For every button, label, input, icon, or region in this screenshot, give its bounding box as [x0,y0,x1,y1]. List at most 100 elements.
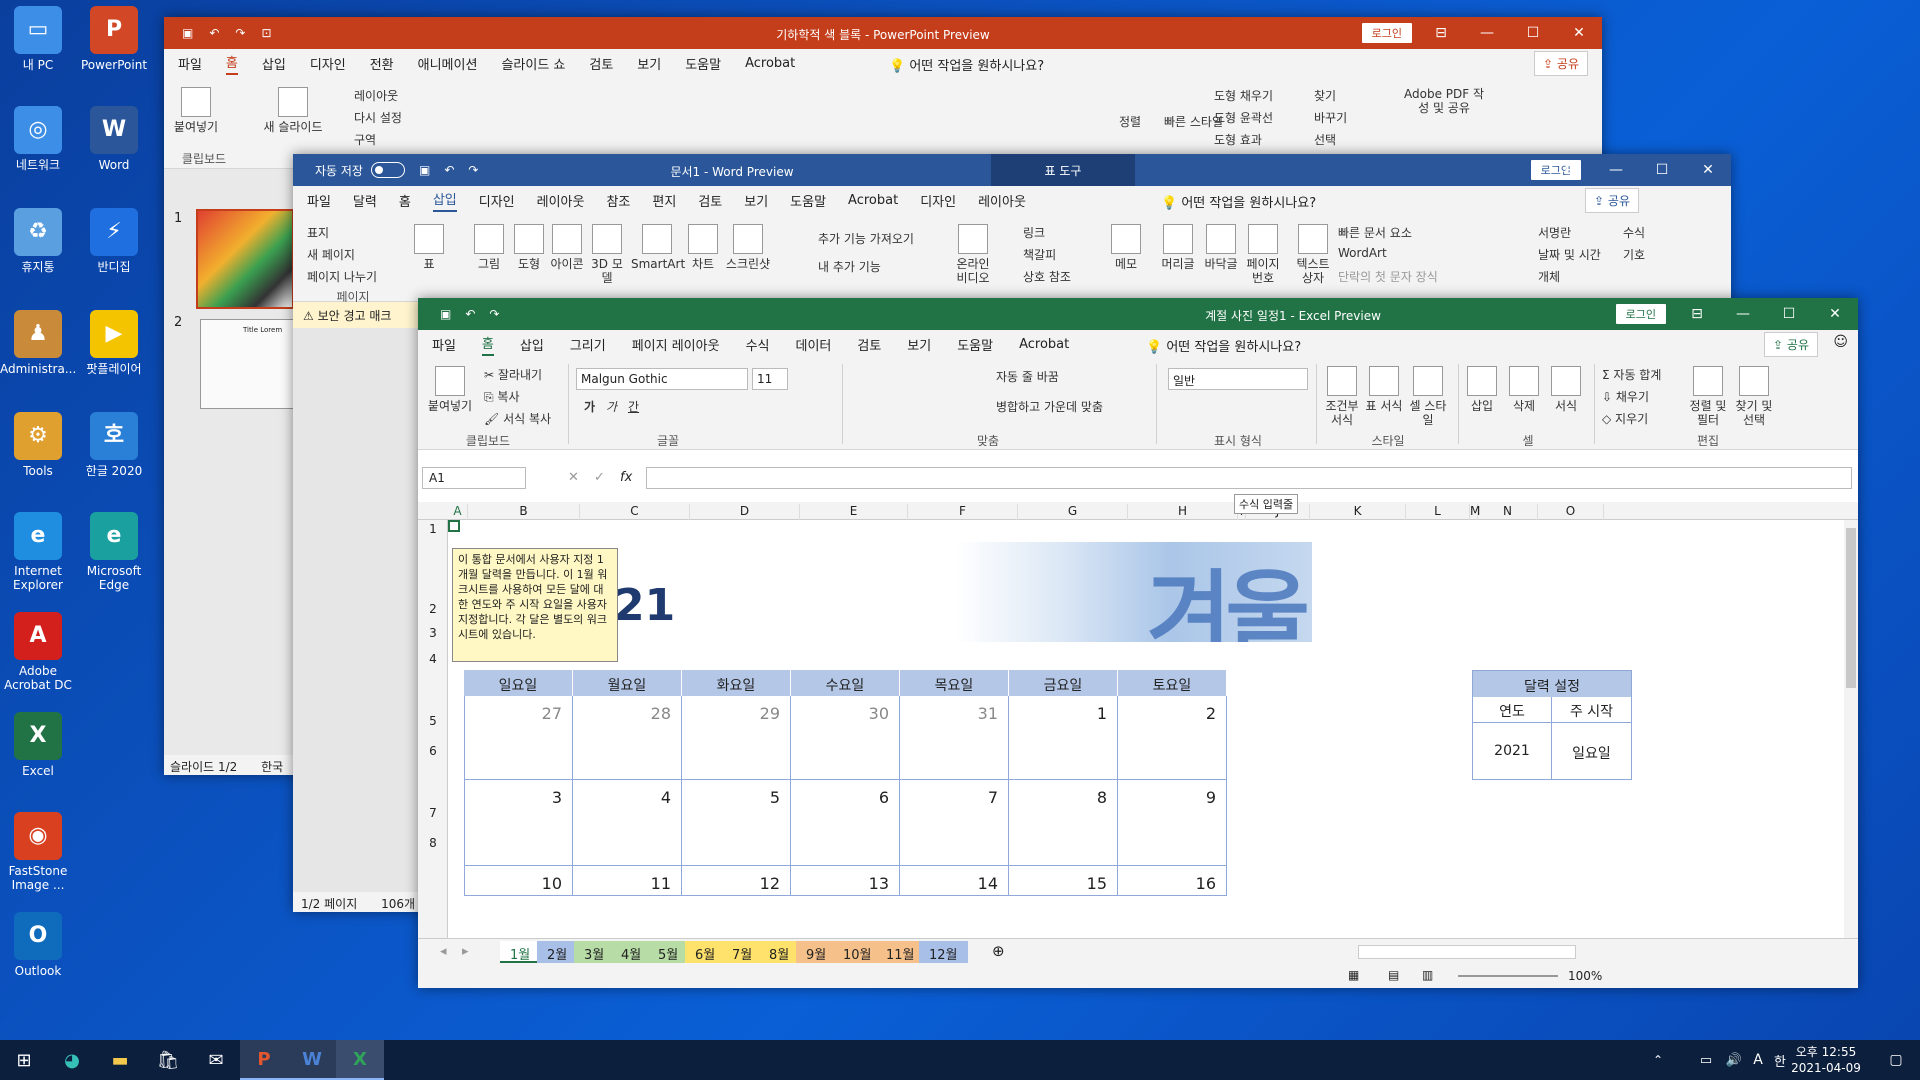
smiley-icon[interactable]: ☺ [1833,334,1848,350]
link-button[interactable]: 링크 [1023,224,1045,241]
start-button[interactable]: ⊞ [0,1040,48,1080]
select-button[interactable]: 선택 [1314,131,1336,148]
clock[interactable]: 오후 12:55 2021-04-09 [1786,1044,1866,1076]
column-header[interactable]: F [908,504,1018,520]
calendar-day[interactable]: 8 [1009,780,1118,866]
maximize-icon[interactable]: ☐ [1766,298,1812,330]
paste-button[interactable]: 붙여넣기 [426,366,474,413]
row-header[interactable]: 8 [418,836,448,850]
sheet-tab[interactable]: 1월 [500,941,541,963]
explorer-taskbar-icon[interactable]: ▬ [96,1040,144,1080]
menu-tab[interactable]: 편지 [652,191,676,210]
header-button[interactable]: 머리글 [1158,224,1198,271]
textbox-button[interactable]: 텍스트 상자 [1293,224,1333,285]
calendar-day[interactable]: 11 [573,866,682,896]
column-header[interactable]: N [1478,504,1538,520]
sheet-tab[interactable]: 7월 [722,941,763,963]
font-name-select[interactable]: Malgun Gothic [576,368,748,390]
number-format-select[interactable]: 일반 [1168,368,1308,390]
save-icon[interactable]: ▣ [440,307,451,321]
column-header[interactable]: L [1406,504,1470,520]
insert-cells-button[interactable]: 삽입 [1464,366,1500,413]
shape-button[interactable]: 도형 [511,224,547,271]
equation-button[interactable]: 수식 [1623,224,1645,241]
slide-thumb-1[interactable] [196,209,294,309]
close-icon[interactable]: ✕ [1812,298,1858,330]
fill-button[interactable]: ⇩ 채우기 [1602,388,1649,405]
powerpoint-taskbar-icon[interactable]: P [240,1040,288,1080]
desktop-icon[interactable]: ◉ FastStone Image ... [0,812,76,892]
calendar-day[interactable]: 6 [791,780,900,866]
conditional-format-button[interactable]: 조건부 서식 [1322,366,1362,427]
desktop-icon[interactable]: P PowerPoint [76,6,152,72]
find-select-button[interactable]: 찾기 및 선택 [1732,366,1776,427]
formula-input[interactable] [646,467,1852,489]
excel-titlebar[interactable]: ▣ ↶ ↷ 계절 사진 일정1 - Excel Preview 로그인 ⊟ — ☐ ✕ [418,298,1858,330]
desktop-icon[interactable]: ⚡ 반디집 [76,208,152,274]
prev-sheet-icon[interactable]: ◂ [440,944,447,959]
row-header[interactable]: 3 [418,626,448,640]
calendar-day[interactable]: 1 [1009,696,1118,780]
minimize-icon[interactable]: — [1464,17,1510,49]
word-taskbar-icon[interactable]: W [288,1040,336,1080]
layout-button[interactable]: 레이아웃 [354,87,398,104]
my-addins-button[interactable]: 내 추가 기능 [818,258,881,275]
menu-tab[interactable]: 데이터 [795,335,831,354]
calendar-day[interactable]: 3 [464,780,573,866]
desktop-icon[interactable]: ♻ 휴지통 [0,208,76,274]
login-button[interactable]: 로그인 [1361,23,1412,43]
zoom-slider[interactable] [1458,975,1558,977]
column-header[interactable]: M [1470,504,1480,520]
drop-cap-button[interactable]: 단락의 첫 문자 장식 [1338,268,1438,285]
menu-tab[interactable]: 참조 [606,191,630,210]
desktop-icon[interactable]: 호 한글 2020 [76,412,152,478]
column-header[interactable]: D [690,504,800,520]
sort-filter-button[interactable]: 정렬 및 필터 [1686,366,1730,427]
menu-tab[interactable]: 페이지 레이아웃 [632,335,720,354]
comment-button[interactable]: 메모 [1108,224,1144,271]
calendar-day[interactable]: 4 [573,780,682,866]
calendar-day[interactable]: 31 [900,696,1009,780]
ribbon-display-icon[interactable]: ⊟ [1418,17,1464,49]
share-button[interactable]: ⇪ 공유 [1764,332,1818,357]
sheet-tab[interactable]: 2월 [537,941,578,963]
menu-tab[interactable]: 파일 [432,335,456,354]
menu-tab[interactable]: 홈 [481,333,494,356]
delete-cells-button[interactable]: 삭제 [1506,366,1542,413]
icon-button[interactable]: 아이콘 [549,224,585,271]
menu-tab[interactable]: 검토 [698,191,722,210]
desktop-icon[interactable]: O Outlook [0,912,76,978]
object-button[interactable]: 개체 [1538,268,1560,285]
excel-taskbar-icon[interactable]: X [336,1040,384,1080]
paste-button[interactable]: 붙여넣기 [172,87,220,134]
menu-tab[interactable]: 삽입 [432,189,457,212]
sheet-tab[interactable]: 5월 [648,941,689,963]
row-header[interactable]: 4 [418,652,448,666]
column-header[interactable]: C [580,504,690,520]
menu-tab[interactable]: 파일 [307,191,331,210]
footer-button[interactable]: 바닥글 [1201,224,1241,271]
horizontal-scrollbar[interactable] [1358,945,1576,959]
tell-me[interactable]: 어떤 작업을 원하시나요? [1166,340,1301,355]
column-header[interactable]: K [1310,504,1406,520]
maximize-icon[interactable]: ☐ [1510,17,1556,49]
date-time-button[interactable]: 날짜 및 시간 [1538,246,1601,263]
next-sheet-icon[interactable]: ▸ [462,944,469,959]
new-slide-button[interactable]: 새 슬라이드 [259,87,327,134]
replace-button[interactable]: 바꾸기 [1314,109,1347,126]
desktop-icon[interactable]: W Word [76,106,152,172]
shape-fill-button[interactable]: 도형 채우기 [1214,87,1273,104]
page-number-button[interactable]: 페이지 번호 [1243,224,1283,285]
adobe-pdf-button[interactable]: Adobe PDF 작성 및 공유 [1404,87,1484,115]
picture-button[interactable]: 그림 [471,224,507,271]
row-header[interactable]: 6 [418,744,448,758]
menu-tab[interactable]: 삽입 [520,335,544,354]
cancel-icon[interactable]: ✕ [568,470,579,485]
shape-effect-button[interactable]: 도형 효과 [1214,131,1262,148]
clear-button[interactable]: ◇ 지우기 [1602,410,1648,427]
minimize-icon[interactable]: — [1593,154,1639,186]
font-size-select[interactable]: 11 [752,368,788,390]
cover-page-button[interactable]: 표지 [307,224,329,241]
sheet-tab[interactable]: 8월 [759,941,800,963]
login-button[interactable]: 로그인 [1615,304,1666,324]
